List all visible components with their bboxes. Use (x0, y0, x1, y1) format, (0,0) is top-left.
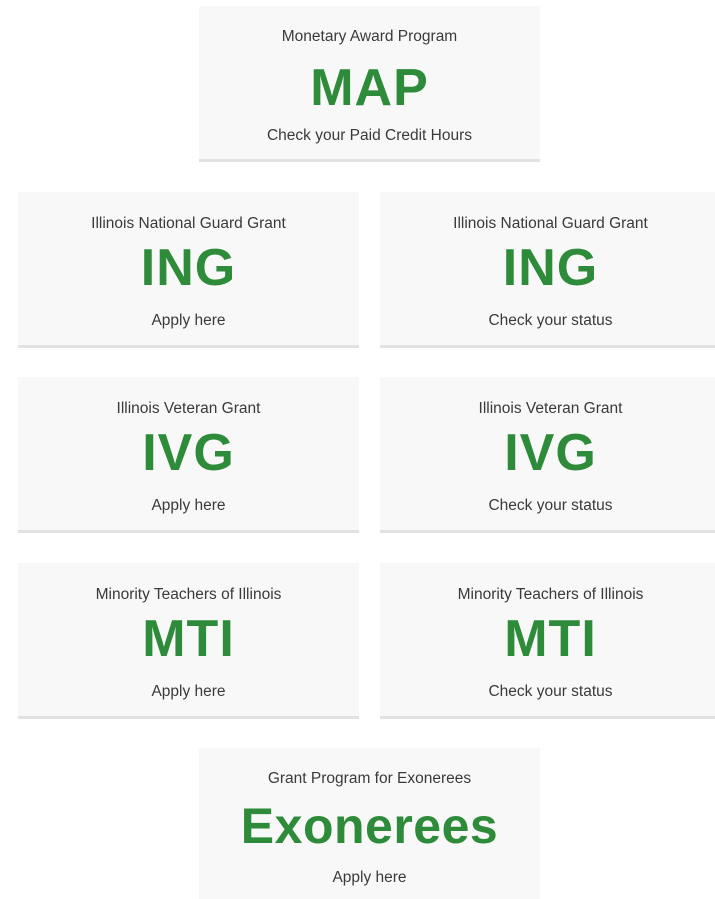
program-name: Minority Teachers of Illinois (457, 586, 644, 603)
program-acronym: MTI (504, 610, 597, 668)
program-name: Illinois National Guard Grant (91, 215, 286, 232)
program-acronym: ING (140, 239, 237, 297)
ing-status-card-link[interactable]: Illinois National Guard Grant ING Check … (380, 192, 715, 348)
mti-status-card-link[interactable]: Minority Teachers of Illinois MTI Check … (380, 563, 715, 719)
program-acronym: IVG (142, 424, 235, 482)
exonerees-card-link[interactable]: Grant Program for Exonerees Exonerees Ap… (199, 748, 540, 899)
card-action-text: Apply here (332, 869, 407, 886)
program-acronym: ING (502, 239, 599, 297)
program-name: Illinois Veteran Grant (116, 400, 261, 417)
program-acronym: Exonerees (240, 798, 499, 854)
map-card-link[interactable]: Monetary Award Program MAP Check your Pa… (199, 6, 540, 162)
card-action-text: Check your status (488, 683, 613, 700)
program-name: Monetary Award Program (281, 28, 458, 45)
card-action-text: Apply here (151, 497, 226, 514)
program-acronym: MTI (142, 610, 235, 668)
card-action-text: Check your Paid Credit Hours (266, 127, 473, 144)
program-name: Grant Program for Exonerees (267, 770, 472, 787)
program-name: Illinois Veteran Grant (478, 400, 623, 417)
card-action-text: Check your status (488, 312, 613, 329)
card-action-text: Apply here (151, 683, 226, 700)
program-name: Illinois National Guard Grant (453, 215, 648, 232)
ivg-status-card-link[interactable]: Illinois Veteran Grant IVG Check your st… (380, 377, 715, 533)
mti-apply-card-link[interactable]: Minority Teachers of Illinois MTI Apply … (18, 563, 359, 719)
ing-apply-card-link[interactable]: Illinois National Guard Grant ING Apply … (18, 192, 359, 348)
ivg-apply-card-link[interactable]: Illinois Veteran Grant IVG Apply here (18, 377, 359, 533)
program-name: Minority Teachers of Illinois (95, 586, 282, 603)
card-action-text: Check your status (488, 497, 613, 514)
program-acronym: IVG (504, 424, 597, 482)
card-action-text: Apply here (151, 312, 226, 329)
program-acronym: MAP (310, 59, 429, 117)
